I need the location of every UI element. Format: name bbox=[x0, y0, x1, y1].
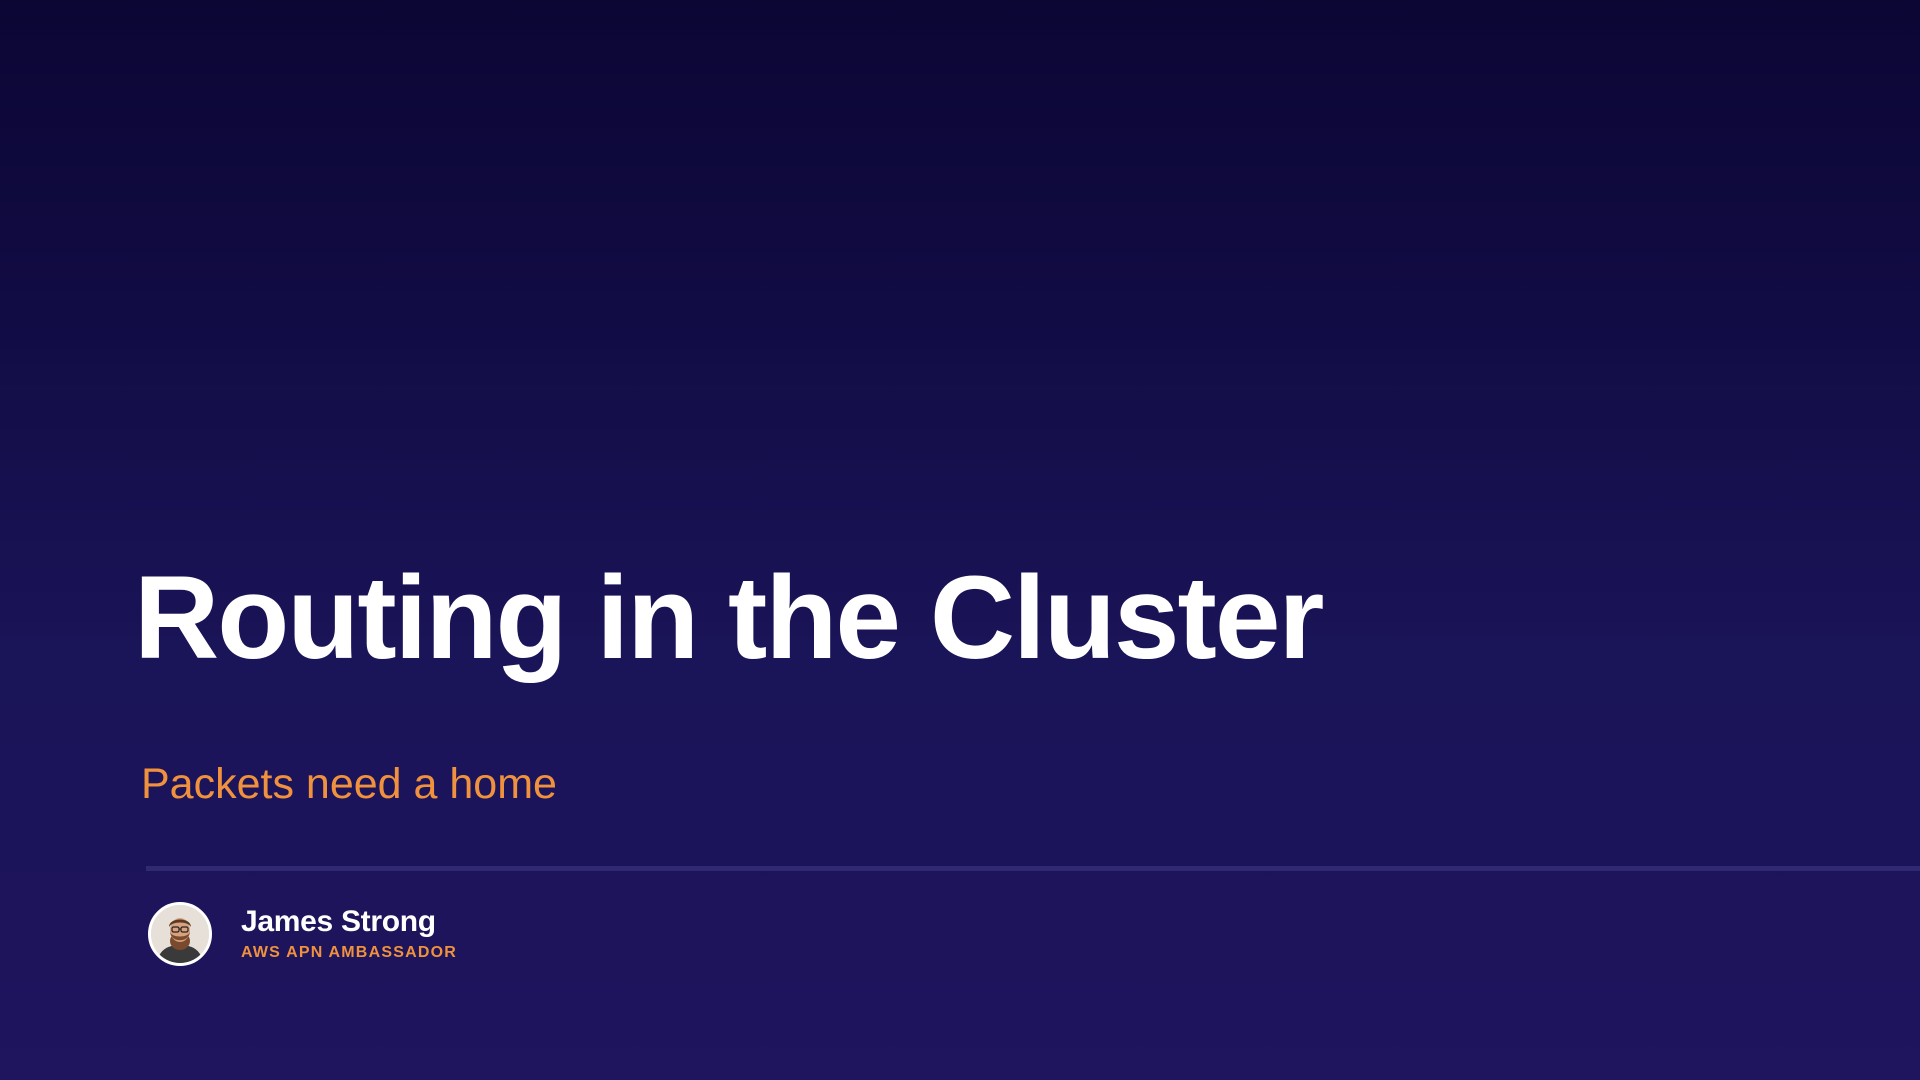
person-photo-icon bbox=[151, 905, 209, 963]
slide-title: Routing in the Cluster bbox=[134, 552, 1324, 684]
avatar bbox=[148, 902, 212, 966]
divider bbox=[146, 866, 1920, 871]
presenter-text: James Strong AWS APN AMBASSADOR bbox=[241, 904, 457, 964]
slide-subtitle: Packets need a home bbox=[141, 760, 557, 808]
title-slide: Routing in the Cluster Packets need a ho… bbox=[0, 0, 1920, 1080]
presenter-name: James Strong bbox=[241, 905, 436, 938]
presenter-role: AWS APN AMBASSADOR bbox=[241, 944, 457, 961]
presenter-block: James Strong AWS APN AMBASSADOR bbox=[148, 902, 457, 966]
